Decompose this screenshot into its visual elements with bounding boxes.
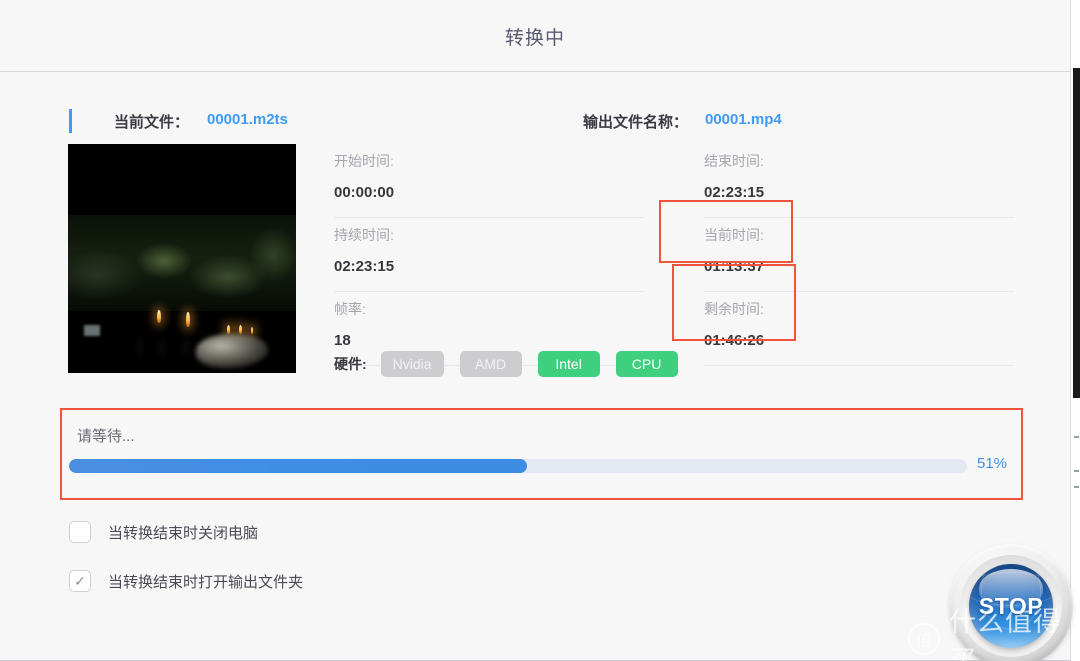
info-key: 结束时间: — [704, 153, 764, 169]
progress-bar-track[interactable] — [69, 459, 967, 473]
info-cell-end-time: 结束时间: 02:23:15 — [704, 144, 1014, 218]
background-line-3 — [1074, 486, 1079, 488]
stop-button-label: STOP — [978, 592, 1044, 619]
progress-panel: 请等待... 51% — [60, 408, 1023, 500]
info-value: 00:00:00 — [334, 184, 395, 201]
dialog-titlebar: 转换中 — [0, 0, 1070, 72]
shutdown-checkbox-label: 当转换结束时关闭电脑 — [108, 524, 259, 542]
video-torch-flame — [251, 327, 253, 334]
info-value: 02:23:15 — [704, 184, 765, 201]
background-dark-panel — [1073, 68, 1080, 398]
video-frame-image — [68, 215, 296, 368]
checkbox-row-shutdown[interactable]: 当转换结束时关闭电脑 — [69, 521, 258, 543]
info-value: 18 — [334, 332, 351, 349]
file-header-row: 当前文件： 00001.m2ts 输出文件名称： 00001.mp4 — [0, 105, 1070, 137]
info-cell-start-time: 开始时间: 00:00:00 — [334, 144, 644, 218]
conversion-dialog: 转换中 当前文件： 00001.m2ts 输出文件名称： 00001.mp4 开… — [0, 0, 1073, 661]
background-line-1 — [1074, 436, 1079, 438]
video-preview-thumbnail — [68, 144, 296, 373]
background-line-2 — [1074, 470, 1079, 472]
hardware-label: 硬件: — [334, 356, 367, 372]
progress-percent-label: 51% — [977, 455, 1008, 472]
shutdown-checkbox[interactable] — [69, 521, 91, 543]
info-cell-remaining-time: 剩余时间: 01:46:26 — [704, 292, 1014, 366]
progress-status-text: 请等待... — [77, 428, 135, 445]
video-torch-flame — [239, 325, 242, 334]
info-column-right: 结束时间: 02:23:15 当前时间: 01:13:37 剩余时间: 01:4… — [704, 144, 1014, 366]
stop-button-face[interactable]: STOP — [969, 564, 1053, 648]
info-key: 帧率: — [334, 301, 366, 317]
check-icon: ✓ — [74, 573, 86, 589]
stop-button[interactable]: STOP — [949, 544, 1073, 661]
info-key: 开始时间: — [334, 153, 394, 169]
open-folder-checkbox[interactable]: ✓ — [69, 570, 91, 592]
video-torch-flame — [186, 312, 190, 327]
info-cell-current-time: 当前时间: 01:13:37 — [704, 218, 1014, 292]
progress-bar-fill — [69, 459, 527, 473]
checkbox-row-open-folder[interactable]: ✓ 当转换结束时打开输出文件夹 — [69, 570, 303, 592]
info-column-left: 开始时间: 00:00:00 持续时间: 02:23:15 帧率: 18 — [334, 144, 644, 366]
info-key: 当前时间: — [704, 227, 764, 243]
open-folder-checkbox-label: 当转换结束时打开输出文件夹 — [108, 573, 304, 591]
info-key: 持续时间: — [334, 227, 394, 243]
hardware-option-cpu[interactable]: CPU — [615, 351, 678, 377]
video-foreground-blur — [196, 334, 268, 368]
info-value: 01:13:37 — [704, 258, 765, 275]
video-lamp-glow — [84, 325, 100, 336]
info-value: 02:23:15 — [334, 258, 395, 275]
dialog-title: 转换中 — [504, 28, 565, 49]
info-value: 01:46:26 — [704, 332, 765, 349]
info-key: 剩余时间: — [704, 301, 764, 317]
hardware-option-intel[interactable]: Intel — [537, 351, 600, 377]
video-torch-flame — [157, 310, 161, 323]
current-file-value: 00001.m2ts — [207, 111, 288, 128]
screen-root: 转换中 当前文件： 00001.m2ts 输出文件名称： 00001.mp4 开… — [0, 0, 1080, 661]
hardware-option-nvidia[interactable]: Nvidia — [380, 351, 444, 377]
watermark-logo-icon: 值 — [908, 623, 940, 655]
current-file-label: 当前文件： — [114, 114, 190, 131]
hardware-selector-row: 硬件: Nvidia AMD Intel CPU — [334, 350, 694, 378]
output-file-value: 00001.mp4 — [705, 111, 782, 128]
video-torch-flame — [227, 325, 230, 334]
accent-bar — [69, 109, 72, 133]
hardware-option-amd[interactable]: AMD — [459, 351, 522, 377]
info-cell-duration: 持续时间: 02:23:15 — [334, 218, 644, 292]
output-file-label: 输出文件名称： — [583, 114, 689, 131]
